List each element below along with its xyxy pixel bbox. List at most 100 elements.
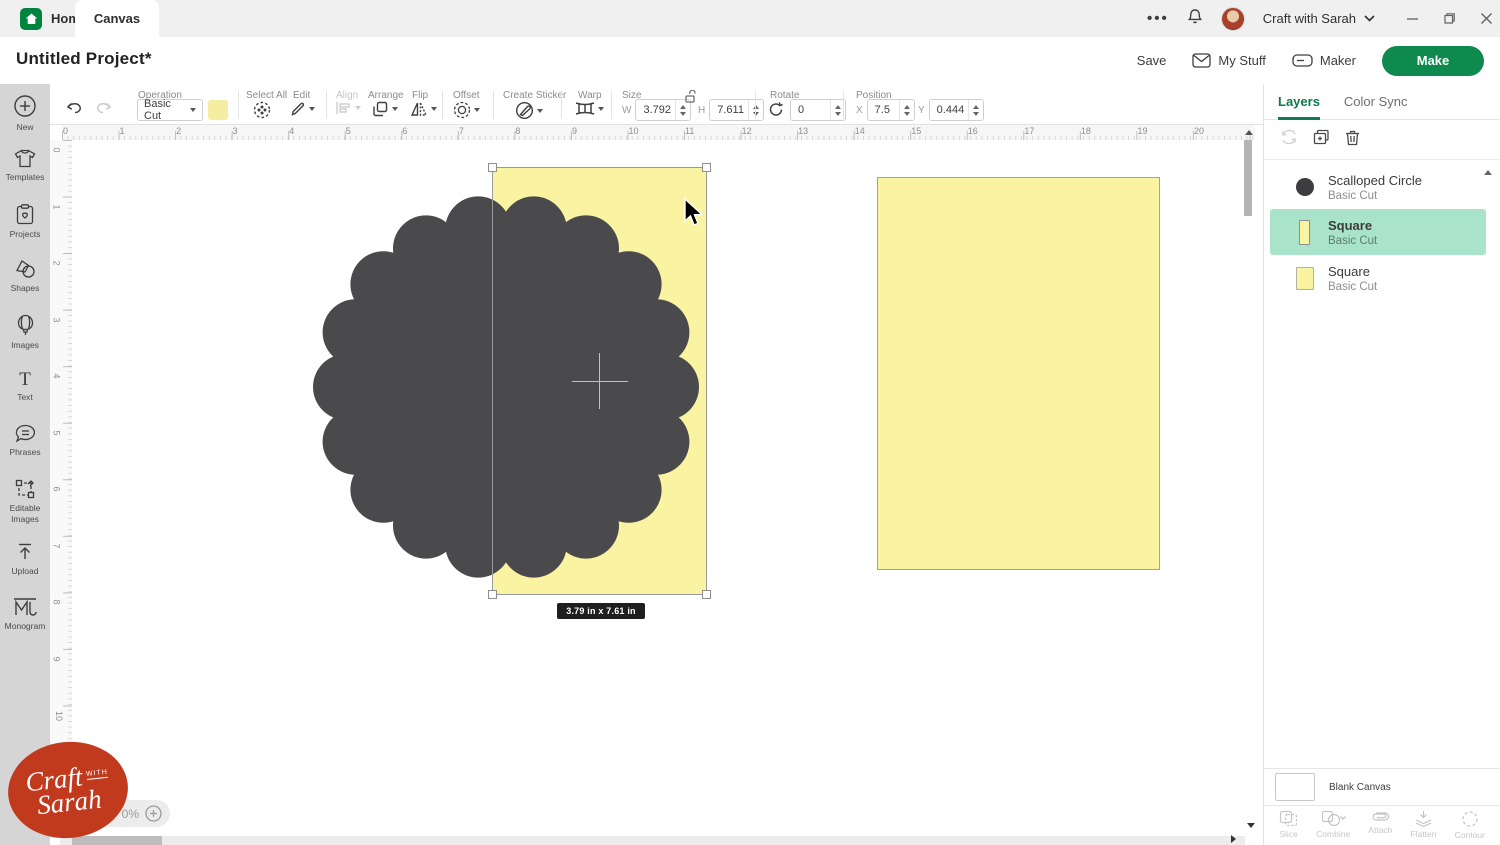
sidebar-item-text[interactable]: T Text [0, 359, 50, 414]
lock-open-icon[interactable] [684, 90, 697, 103]
redo-button[interactable] [95, 101, 113, 115]
rotate-field[interactable]: 0 [790, 99, 846, 121]
height-value[interactable]: 7.611 [710, 104, 748, 116]
x-value[interactable]: 7.5 [868, 104, 894, 116]
slice-button[interactable]: Slice [1279, 810, 1298, 839]
width-field[interactable]: W 3.792 [622, 99, 691, 121]
attach-button[interactable]: Attach [1368, 810, 1392, 835]
color-swatch[interactable] [208, 100, 228, 120]
restore-button[interactable] [1444, 13, 1455, 24]
chevron-down-icon [431, 107, 437, 111]
maker-machine-icon [1292, 54, 1313, 67]
delete-trash-icon[interactable] [1345, 129, 1360, 151]
horizontal-scrollbar-thumb[interactable] [72, 836, 162, 845]
projects-clipboard-icon [16, 204, 34, 225]
design-canvas[interactable]: 01234567891011121314151617181920 0123456… [50, 125, 1263, 845]
edit-button[interactable] [290, 101, 315, 117]
flatten-button[interactable]: Flatten [1411, 810, 1437, 839]
combine-button[interactable]: Combine [1316, 810, 1350, 839]
layer-row-square[interactable]: Square Basic Cut [1270, 255, 1486, 301]
layer-row-scalloped-circle[interactable]: Scalloped Circle Basic Cut [1270, 164, 1486, 210]
sidebar-item-upload[interactable]: Upload [0, 532, 50, 587]
blank-canvas-row[interactable]: Blank Canvas [1264, 768, 1500, 806]
sidebar-item-monogram[interactable]: Monogram [0, 587, 50, 642]
position-y-field[interactable]: Y 0.444 [918, 99, 984, 121]
warp-label: Warp [578, 90, 602, 101]
rotate-icon [768, 102, 784, 117]
height-prefix: H [698, 105, 705, 116]
sidebar-item-phrases[interactable]: Phrases [0, 414, 50, 469]
minimize-button[interactable] [1407, 13, 1418, 24]
operation-value: Basic Cut [144, 98, 190, 122]
mouse-cursor [683, 198, 705, 228]
sidebar-item-projects[interactable]: Projects [0, 194, 50, 249]
edit-label: Edit [293, 90, 310, 101]
offset-button[interactable] [453, 101, 480, 119]
my-stuff-button[interactable]: My Stuff [1192, 53, 1265, 68]
sidebar-item-shapes[interactable]: Shapes [0, 249, 50, 304]
chevron-down-icon [309, 107, 315, 111]
selection-center-crosshair-v [599, 353, 600, 409]
position-x-field[interactable]: X 7.5 [856, 99, 915, 121]
canvas-tab[interactable]: Canvas [75, 0, 159, 37]
selection-handle-bottom-right[interactable] [702, 590, 711, 599]
maker-machine-button[interactable]: Maker [1292, 53, 1356, 68]
sidebar-item-templates[interactable]: Templates [0, 139, 50, 194]
tab-color-sync[interactable]: Color Sync [1344, 84, 1408, 120]
create-sticker-button[interactable] [515, 101, 543, 120]
make-button[interactable]: Make [1382, 46, 1484, 76]
selection-handle-top-right[interactable] [702, 163, 711, 172]
x-stepper[interactable] [899, 100, 914, 120]
horizontal-ruler: 01234567891011121314151617181920 [62, 125, 1255, 140]
account-name: Craft with Sarah [1263, 11, 1356, 26]
header-bar: Untitled Project* Save My Stuff Maker Ma… [0, 37, 1500, 84]
selection-handle-top-left[interactable] [488, 163, 497, 172]
group-icon[interactable] [1280, 129, 1298, 150]
flip-label: Flip [412, 90, 428, 101]
account-menu[interactable]: Craft with Sarah [1263, 11, 1375, 26]
page-title: Untitled Project* [16, 49, 152, 69]
arrange-button[interactable] [372, 101, 398, 117]
more-options-icon[interactable]: ••• [1147, 10, 1169, 27]
tab-layers[interactable]: Layers [1278, 84, 1320, 120]
width-value[interactable]: 3.792 [636, 104, 675, 116]
flip-button[interactable] [410, 101, 437, 117]
selection-handle-bottom-left[interactable] [488, 590, 497, 599]
scroll-up-arrow-icon[interactable] [1245, 130, 1253, 135]
vertical-scrollbar-thumb[interactable] [1244, 140, 1252, 216]
align-label: Align [336, 90, 358, 101]
y-stepper[interactable] [968, 100, 983, 120]
scroll-right-arrow-icon[interactable] [1231, 835, 1236, 843]
layer-row-square-selected[interactable]: Square Basic Cut [1270, 209, 1486, 255]
duplicate-icon[interactable] [1313, 129, 1330, 150]
blank-canvas-label: Blank Canvas [1329, 782, 1391, 793]
sidebar-item-images[interactable]: Images [0, 304, 50, 359]
operation-dropdown[interactable]: Basic Cut [137, 99, 203, 121]
width-stepper[interactable] [675, 100, 690, 120]
rotate-value[interactable]: 0 [791, 104, 808, 116]
templates-shirt-icon [14, 149, 36, 168]
select-all-button[interactable] [253, 101, 271, 119]
offset-label: Offset [453, 90, 480, 101]
notifications-bell-icon[interactable] [1187, 8, 1203, 30]
sidebar-item-editable-images[interactable]: Editable Images [0, 469, 50, 532]
zoom-in-icon[interactable] [145, 805, 162, 822]
selection-center-crosshair [572, 381, 628, 382]
scroll-down-arrow-icon[interactable] [1247, 823, 1255, 828]
save-button[interactable]: Save [1137, 53, 1167, 68]
horizontal-scrollbar[interactable] [60, 836, 1245, 845]
y-value[interactable]: 0.444 [930, 104, 969, 116]
square-shape-right[interactable] [877, 177, 1160, 570]
images-balloon-icon [17, 314, 34, 336]
layer-name: Scalloped Circle [1328, 173, 1422, 188]
avatar[interactable] [1221, 7, 1245, 31]
close-button[interactable] [1481, 13, 1492, 24]
undo-button[interactable] [65, 101, 83, 115]
contour-button[interactable]: Contour [1455, 810, 1485, 840]
scalloped-circle-shape[interactable] [310, 191, 702, 583]
phrases-speech-bubble-icon [15, 424, 36, 443]
cricut-home-icon [20, 8, 42, 30]
sidebar-item-new[interactable]: New [0, 84, 50, 139]
warp-button[interactable] [575, 101, 604, 116]
align-button[interactable] [336, 101, 361, 115]
